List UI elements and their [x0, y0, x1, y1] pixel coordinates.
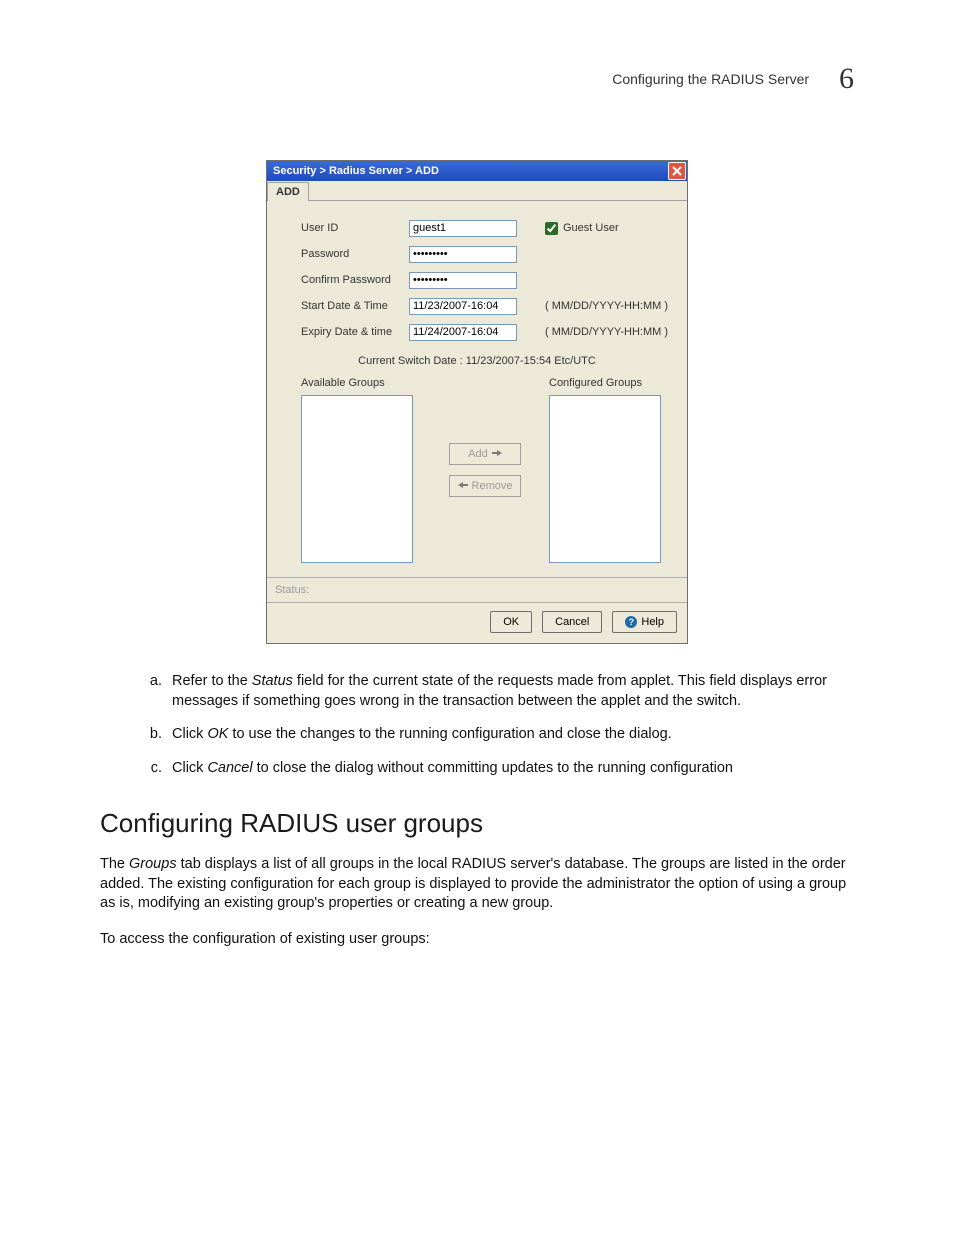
- dialog-title: Security > Radius Server > ADD: [273, 165, 439, 177]
- label-password: Password: [301, 248, 409, 260]
- input-start-datetime[interactable]: [409, 298, 517, 315]
- list-item: Refer to the Status field for the curren…: [166, 672, 854, 711]
- label-start-datetime: Start Date & Time: [301, 300, 409, 312]
- running-title: Configuring the RADIUS Server: [612, 71, 809, 87]
- listbox-configured-groups[interactable]: [549, 395, 661, 563]
- hint-start-datetime: ( MM/DD/YYYY-HH:MM ): [545, 300, 668, 312]
- list-item: Click OK to use the changes to the runni…: [166, 725, 854, 745]
- dialog-button-bar: OK Cancel ? Help: [267, 602, 687, 643]
- help-button[interactable]: ? Help: [612, 611, 677, 633]
- label-user-id: User ID: [301, 222, 409, 234]
- list-item: Click Cancel to close the dialog without…: [166, 759, 854, 779]
- add-group-button[interactable]: Add: [449, 443, 521, 465]
- tab-add[interactable]: ADD: [267, 182, 309, 201]
- paragraph: The Groups tab displays a list of all gr…: [100, 855, 854, 914]
- arrow-right-icon: [492, 448, 502, 460]
- listbox-available-groups[interactable]: [301, 395, 413, 563]
- help-icon: ?: [625, 616, 637, 628]
- cancel-button[interactable]: Cancel: [542, 611, 602, 633]
- label-confirm-password: Confirm Password: [301, 274, 409, 286]
- page-body: Refer to the Status field for the curren…: [100, 672, 854, 950]
- ok-button[interactable]: OK: [490, 611, 532, 633]
- dialog-title-bar[interactable]: Security > Radius Server > ADD: [267, 161, 687, 181]
- label-guest-user: Guest User: [563, 222, 619, 234]
- status-row: Status:: [267, 577, 687, 602]
- tab-strip: ADD: [267, 181, 687, 201]
- help-label: Help: [641, 616, 664, 628]
- remove-group-label: Remove: [472, 480, 513, 492]
- label-configured-groups: Configured Groups: [549, 377, 669, 395]
- current-switch-date: Current Switch Date : 11/23/2007-15:54 E…: [267, 349, 687, 377]
- form-area: User ID Guest User Password Confirm Pass…: [267, 201, 687, 349]
- section-heading: Configuring RADIUS user groups: [100, 806, 854, 841]
- status-label: Status:: [275, 584, 309, 596]
- dialog-add-user: Security > Radius Server > ADD ADD User …: [266, 160, 688, 644]
- input-user-id[interactable]: [409, 220, 517, 237]
- close-icon[interactable]: [668, 162, 686, 180]
- label-expiry-datetime: Expiry Date & time: [301, 326, 409, 338]
- guest-user-wrapper[interactable]: Guest User: [545, 222, 619, 235]
- chapter-number: 6: [839, 62, 854, 95]
- groups-area: Available Groups Add Remove Configured G…: [267, 377, 687, 577]
- running-header: Configuring the RADIUS Server 6: [612, 62, 854, 96]
- add-group-label: Add: [468, 448, 488, 460]
- label-available-groups: Available Groups: [301, 377, 421, 395]
- input-confirm-password[interactable]: [409, 272, 517, 289]
- paragraph: To access the configuration of existing …: [100, 930, 854, 950]
- input-expiry-datetime[interactable]: [409, 324, 517, 341]
- remove-group-button[interactable]: Remove: [449, 475, 521, 497]
- hint-expiry-datetime: ( MM/DD/YYYY-HH:MM ): [545, 326, 668, 338]
- arrow-left-icon: [458, 480, 468, 492]
- input-password[interactable]: [409, 246, 517, 263]
- instruction-list: Refer to the Status field for the curren…: [100, 672, 854, 778]
- checkbox-guest-user[interactable]: [545, 222, 558, 235]
